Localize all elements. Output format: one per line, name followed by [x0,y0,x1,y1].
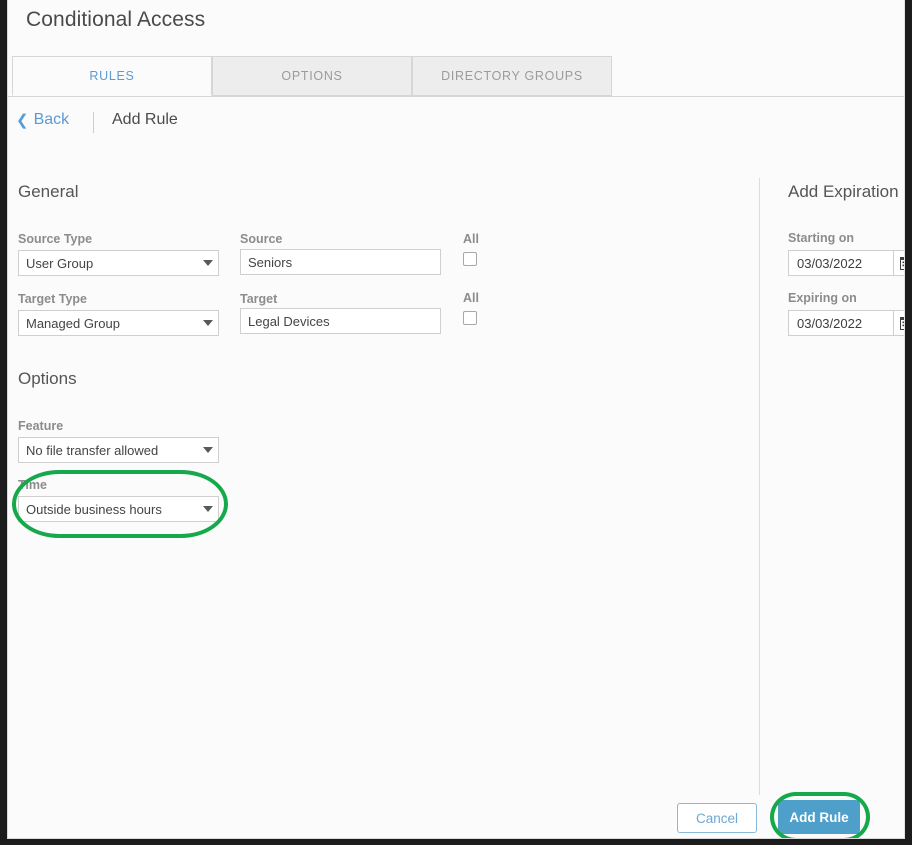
chevron-left-icon: ❮ [16,111,29,129]
source-all-label: All [463,232,479,246]
starting-on-datefield[interactable]: 03/03/2022 [788,250,904,276]
breadcrumb-current-page: Add Rule [112,111,178,128]
target-all-checkbox[interactable] [463,311,477,325]
expiring-on-input[interactable]: 03/03/2022 [788,310,894,336]
calendar-icon[interactable] [894,310,904,336]
source-type-label: Source Type [18,232,93,246]
target-input[interactable]: Legal Devices [240,308,441,334]
source-all-checkbox[interactable] [463,252,477,266]
chevron-down-icon [198,320,218,326]
chevron-down-icon [198,260,218,266]
feature-dropdown[interactable]: No file transfer allowed [18,437,219,463]
source-label: Source [240,232,283,246]
chevron-down-icon [198,447,218,453]
tab-directory-groups[interactable]: DIRECTORY GROUPS [412,56,612,96]
options-section-heading: Options [18,369,77,388]
back-button[interactable]: ❮ Back [16,111,69,129]
target-type-value: Managed Group [26,315,120,331]
tab-rules[interactable]: RULES [12,56,212,96]
source-type-value: User Group [26,255,94,271]
chevron-down-icon [198,506,218,512]
target-type-dropdown[interactable]: Managed Group [18,310,219,336]
source-input-value: Seniors [248,254,293,270]
expiring-on-label: Expiring on [788,291,857,305]
calendar-icon[interactable] [894,250,904,276]
application-window: Conditional Access RULES OPTIONS DIRECTO… [7,0,905,839]
expiring-on-datefield[interactable]: 03/03/2022 [788,310,904,336]
panel-divider [759,178,760,795]
starting-on-label: Starting on [788,231,854,245]
source-type-dropdown[interactable]: User Group [18,250,219,276]
screenshot-frame: Conditional Access RULES OPTIONS DIRECTO… [0,0,912,845]
back-button-label: Back [33,111,70,128]
target-all-label: All [463,291,479,305]
tab-bar: RULES OPTIONS DIRECTORY GROUPS [8,56,904,97]
time-label: Time [18,478,47,492]
expiration-section-heading: Add Expiration [788,182,899,201]
breadcrumb: ❮ Back Add Rule [8,97,904,155]
time-dropdown[interactable]: Outside business hours [18,496,219,522]
starting-on-input[interactable]: 03/03/2022 [788,250,894,276]
general-section-heading: General [18,182,79,201]
cancel-button[interactable]: Cancel [677,803,757,833]
target-input-value: Legal Devices [248,313,330,329]
source-input[interactable]: Seniors [240,249,441,275]
add-rule-button[interactable]: Add Rule [778,800,860,834]
target-label: Target [240,292,278,306]
page-title: Conditional Access [26,8,206,31]
target-type-label: Target Type [18,292,87,306]
time-value: Outside business hours [26,501,162,517]
feature-value: No file transfer allowed [26,442,159,458]
breadcrumb-separator [93,112,94,133]
tab-options[interactable]: OPTIONS [212,56,412,96]
feature-label: Feature [18,419,64,433]
